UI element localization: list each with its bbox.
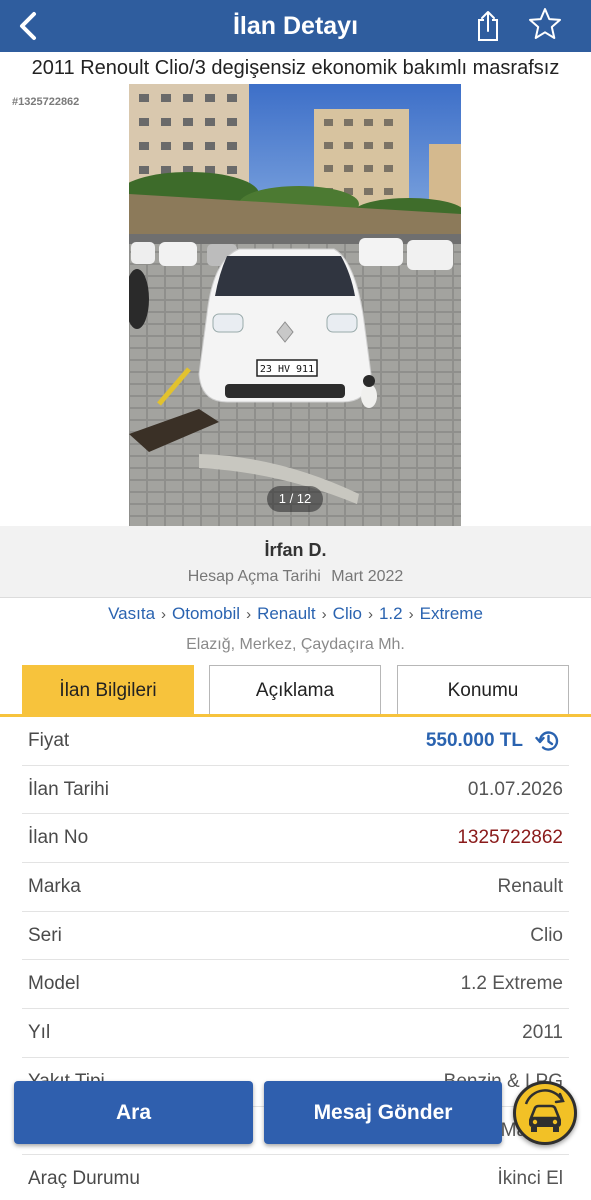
share-icon — [478, 11, 498, 41]
breadcrumb-item[interactable]: Clio — [333, 604, 362, 623]
account-since: Hesap Açma Tarihi Mart 2022 — [0, 568, 591, 586]
car-garage-icon — [524, 1089, 565, 1132]
tab-konumu[interactable]: Konumu — [397, 665, 569, 715]
detail-row-price: Fiyat 550.000 TL — [22, 717, 569, 766]
detail-label: İlan No — [28, 827, 89, 849]
detail-label: Yıl — [28, 1022, 51, 1044]
breadcrumb-item[interactable]: Vasıta — [108, 604, 155, 623]
detail-value: 01.07.2026 — [467, 778, 563, 800]
detail-label: Marka — [28, 876, 81, 898]
send-message-button[interactable]: Mesaj Gönder — [264, 1081, 502, 1144]
detail-row: Model 1.2 Extreme — [22, 960, 569, 1010]
share-button[interactable] — [470, 4, 506, 48]
breadcrumb-separator: › — [246, 606, 252, 623]
detail-row: Marka Renault — [22, 863, 569, 912]
breadcrumb-item[interactable]: 1.2 — [379, 604, 403, 623]
star-outline-icon — [529, 8, 561, 39]
breadcrumb-separator: › — [321, 606, 327, 623]
ad-id-tag: #1325722862 — [12, 96, 80, 108]
detail-row: Seri Clio — [22, 912, 569, 961]
seller-name: İrfan D. — [264, 540, 327, 560]
detail-value: İkinci El — [497, 1168, 563, 1190]
favorite-button[interactable] — [524, 2, 566, 46]
breadcrumb-item[interactable]: Extreme — [420, 604, 483, 623]
detail-row: Araç Durumu İkinci El — [22, 1155, 569, 1200]
garage-fab-button[interactable] — [513, 1081, 577, 1145]
detail-row: Yıl 2011 — [22, 1009, 569, 1058]
breadcrumb-item[interactable]: Renault — [257, 604, 316, 623]
photo-gallery: #1325722862 23 HV 911 1 / 12 — [0, 84, 591, 526]
detail-value: 2011 — [522, 1022, 563, 1044]
category-breadcrumb: Vasıta › Otomobil › Renault › Clio › 1.2 › Extreme — [0, 604, 591, 624]
detail-row: İlan No 1325722862 — [22, 814, 569, 864]
photo-counter: 1 / 12 — [267, 486, 323, 512]
breadcrumb-separator: › — [408, 606, 414, 623]
account-since-value: Mart 2022 — [331, 568, 404, 585]
seller-info[interactable]: İrfan D. Hesap Açma Tarihi Mart 2022 — [0, 526, 591, 598]
tab-aciklama[interactable]: Açıklama — [209, 665, 381, 715]
tab-ilan-bilgileri[interactable]: İlan Bilgileri — [22, 665, 194, 715]
detail-label: Fiyat — [28, 730, 70, 751]
breadcrumb-separator: › — [367, 606, 373, 623]
ad-number-value: 1325722862 — [457, 827, 563, 849]
price-value: 550.000 TL — [425, 730, 523, 751]
detail-label: İlan Tarihi — [28, 778, 109, 800]
detail-row: İlan Tarihi 01.07.2026 — [22, 766, 569, 815]
breadcrumb-separator: › — [161, 606, 167, 623]
license-plate: 23 HV 911 — [260, 364, 314, 375]
detail-value: Clio — [530, 924, 563, 946]
listing-location: Elazığ, Merkez, Çaydaçıra Mh. — [186, 636, 405, 653]
detail-label: Model — [28, 973, 80, 995]
call-button[interactable]: Ara — [14, 1081, 253, 1144]
listing-title: 2011 Renoult Clio/3 degişensiz ekonomik … — [0, 52, 591, 84]
detail-value: 1.2 Extreme — [460, 973, 563, 995]
detail-label: Seri — [28, 924, 62, 946]
detail-value: Renault — [497, 876, 564, 898]
detail-label: Araç Durumu — [28, 1168, 140, 1190]
price-history-icon[interactable] — [535, 728, 561, 754]
breadcrumb-item[interactable]: Otomobil — [172, 604, 240, 623]
account-since-label: Hesap Açma Tarihi — [187, 568, 321, 585]
top-navbar: İlan Detayı — [0, 0, 591, 52]
listing-photo[interactable]: 23 HV 911 1 / 12 — [129, 84, 461, 526]
detail-tabs: İlan Bilgileri Açıklama Konumu — [0, 664, 591, 716]
